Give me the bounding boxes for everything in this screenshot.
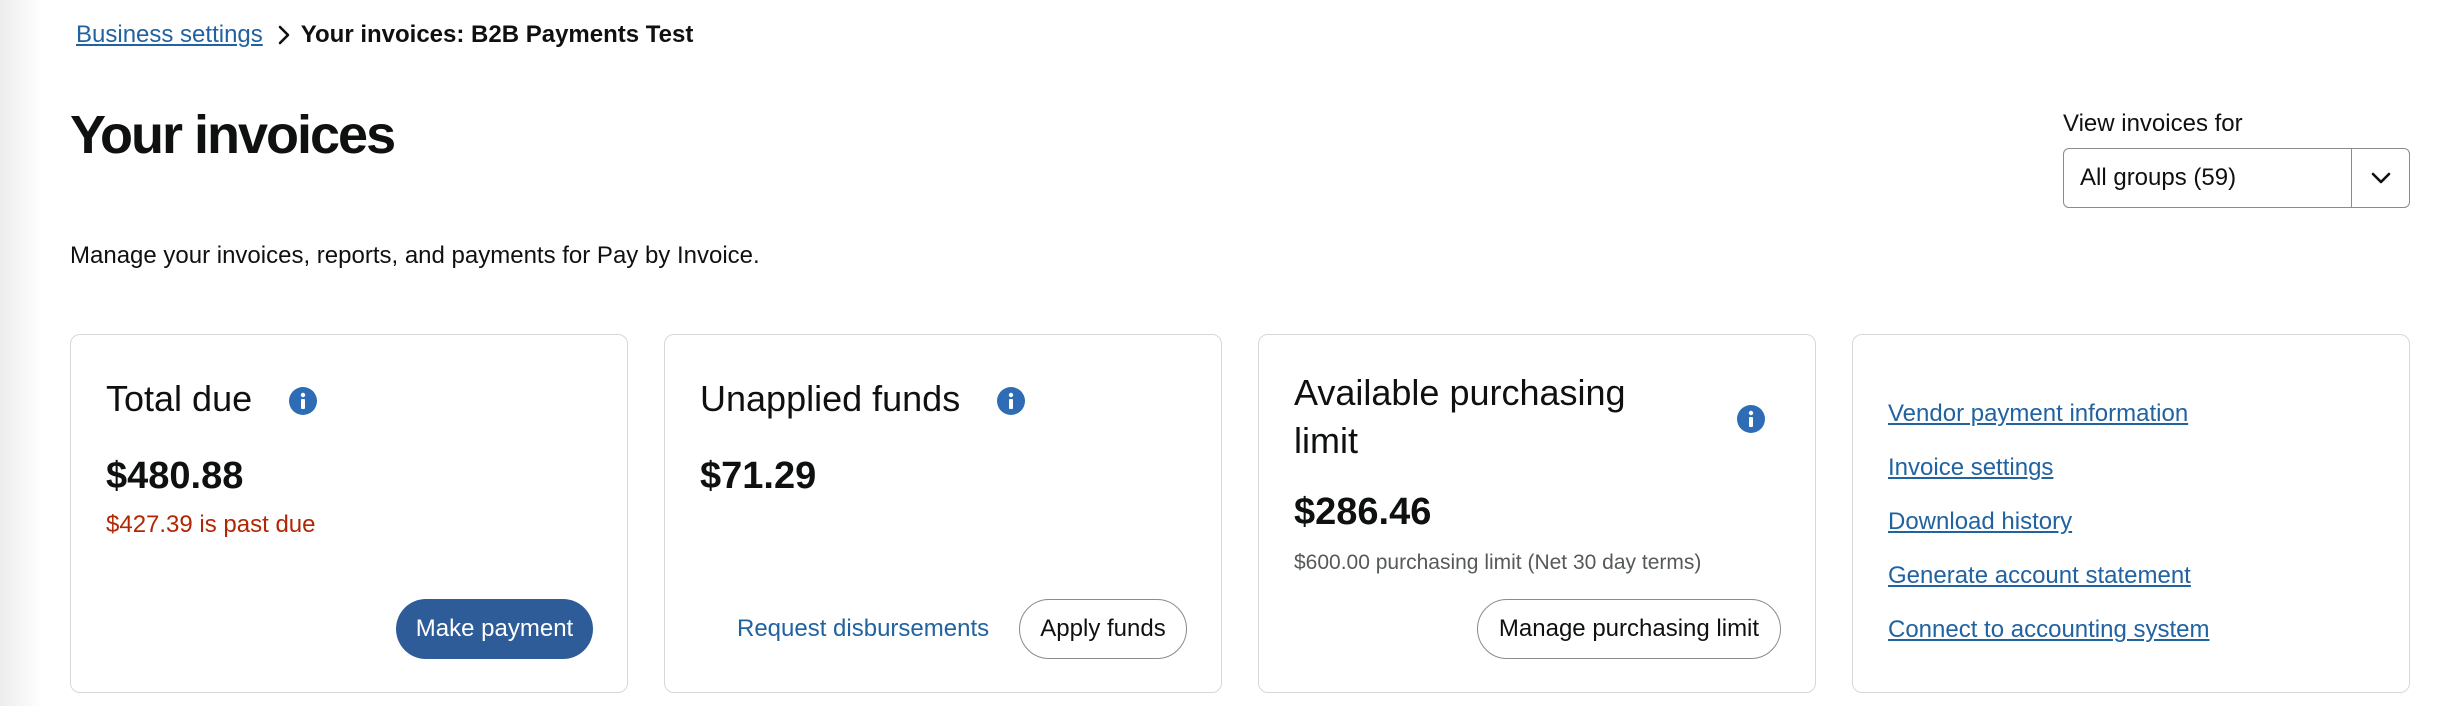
total-due-amount: $480.88	[106, 455, 244, 497]
group-filter-value: All groups (59)	[2080, 164, 2237, 191]
total-due-title: Total due	[106, 378, 253, 419]
unapplied-funds-card: Unapplied funds $71.29 Request disbursem…	[664, 334, 1222, 693]
unapplied-funds-amount: $71.29	[700, 455, 817, 497]
info-icon[interactable]	[1737, 405, 1765, 433]
info-icon[interactable]	[289, 387, 317, 415]
group-filter-select[interactable]: All groups (59)	[2063, 148, 2410, 208]
download-history-link[interactable]: Download history	[1888, 495, 2210, 549]
vendor-payment-information-link[interactable]: Vendor payment information	[1888, 387, 2210, 441]
group-filter-label: View invoices for	[2063, 110, 2243, 137]
purchasing-limit-card: Available purchasing limit $286.46 $600.…	[1258, 334, 1816, 693]
past-due-text: $427.39 is past due	[106, 511, 316, 538]
page-title: Your invoices	[70, 105, 396, 165]
left-edge-shadow	[0, 0, 42, 706]
chevron-right-icon	[277, 25, 291, 45]
info-icon[interactable]	[997, 387, 1025, 415]
page-subtitle: Manage your invoices, reports, and payme…	[70, 242, 760, 269]
invoice-links-card: Vendor payment information Invoice setti…	[1852, 334, 2410, 693]
unapplied-funds-title: Unapplied funds	[700, 378, 961, 419]
connect-to-accounting-system-link[interactable]: Connect to accounting system	[1888, 603, 2210, 657]
purchasing-limit-title: Available purchasing limit	[1294, 372, 1626, 461]
generate-account-statement-link[interactable]: Generate account statement	[1888, 549, 2210, 603]
manage-purchasing-limit-button[interactable]: Manage purchasing limit	[1477, 599, 1781, 659]
apply-funds-button[interactable]: Apply funds	[1019, 599, 1187, 659]
chevron-down-icon[interactable]	[2351, 149, 2409, 207]
invoice-links-list: Vendor payment information Invoice setti…	[1888, 387, 2210, 657]
purchasing-limit-note: $600.00 purchasing limit (Net 30 day ter…	[1294, 551, 1702, 574]
total-due-card: Total due $480.88 $427.39 is past due Ma…	[70, 334, 628, 693]
purchasing-limit-amount: $286.46	[1294, 491, 1432, 533]
breadcrumb-current: Your invoices: B2B Payments Test	[300, 21, 694, 48]
breadcrumb: Business settings Your invoices: B2B Pay…	[76, 18, 693, 52]
invoice-settings-link[interactable]: Invoice settings	[1888, 441, 2210, 495]
make-payment-button[interactable]: Make payment	[396, 599, 593, 659]
request-disbursements-link[interactable]: Request disbursements	[737, 615, 989, 643]
breadcrumb-business-settings-link[interactable]: Business settings	[76, 21, 263, 49]
